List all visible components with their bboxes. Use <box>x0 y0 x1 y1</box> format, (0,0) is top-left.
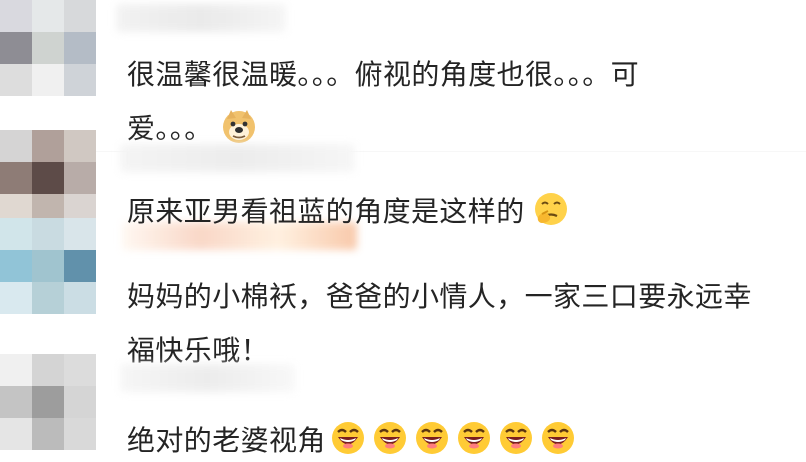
comment-item-1: 很温馨很温暖。。。俯视的角度也很。。。可 爱。。。 <box>0 0 806 150</box>
laughing-face-icon <box>412 418 452 458</box>
comment-line-1: 很温馨很温暖。。。俯视的角度也很。。。可 <box>127 58 640 91</box>
username-blur <box>116 4 286 32</box>
avatar-4[interactable] <box>0 354 96 450</box>
comment-text-4-content: 绝对的老婆视角 <box>127 424 326 457</box>
avatar-3[interactable] <box>0 218 96 314</box>
comment-item-4: 绝对的老婆视角 <box>0 354 806 462</box>
avatar-1[interactable] <box>0 0 96 96</box>
laughing-face-icon <box>328 418 368 458</box>
username-blur <box>120 144 355 172</box>
comment-feed: 很温馨很温暖。。。俯视的角度也很。。。可 爱。。。 原来亚男看祖蓝的角度是这样的… <box>0 0 806 462</box>
laughing-face-icon <box>370 418 410 458</box>
laughing-face-icon <box>538 418 578 458</box>
username-blur <box>120 364 295 392</box>
comment-item-3: 妈妈的小棉袄，爸爸的小情人，一家三口要永远幸 福快乐哦！ <box>0 218 806 368</box>
comment-line-1: 妈妈的小棉袄，爸爸的小情人，一家三口要永远幸 <box>127 280 752 313</box>
laughing-face-icon <box>454 418 494 458</box>
comment-text-4: 绝对的老婆视角 <box>127 414 794 462</box>
avatar-2[interactable] <box>0 130 96 226</box>
laughing-face-icon <box>496 418 536 458</box>
